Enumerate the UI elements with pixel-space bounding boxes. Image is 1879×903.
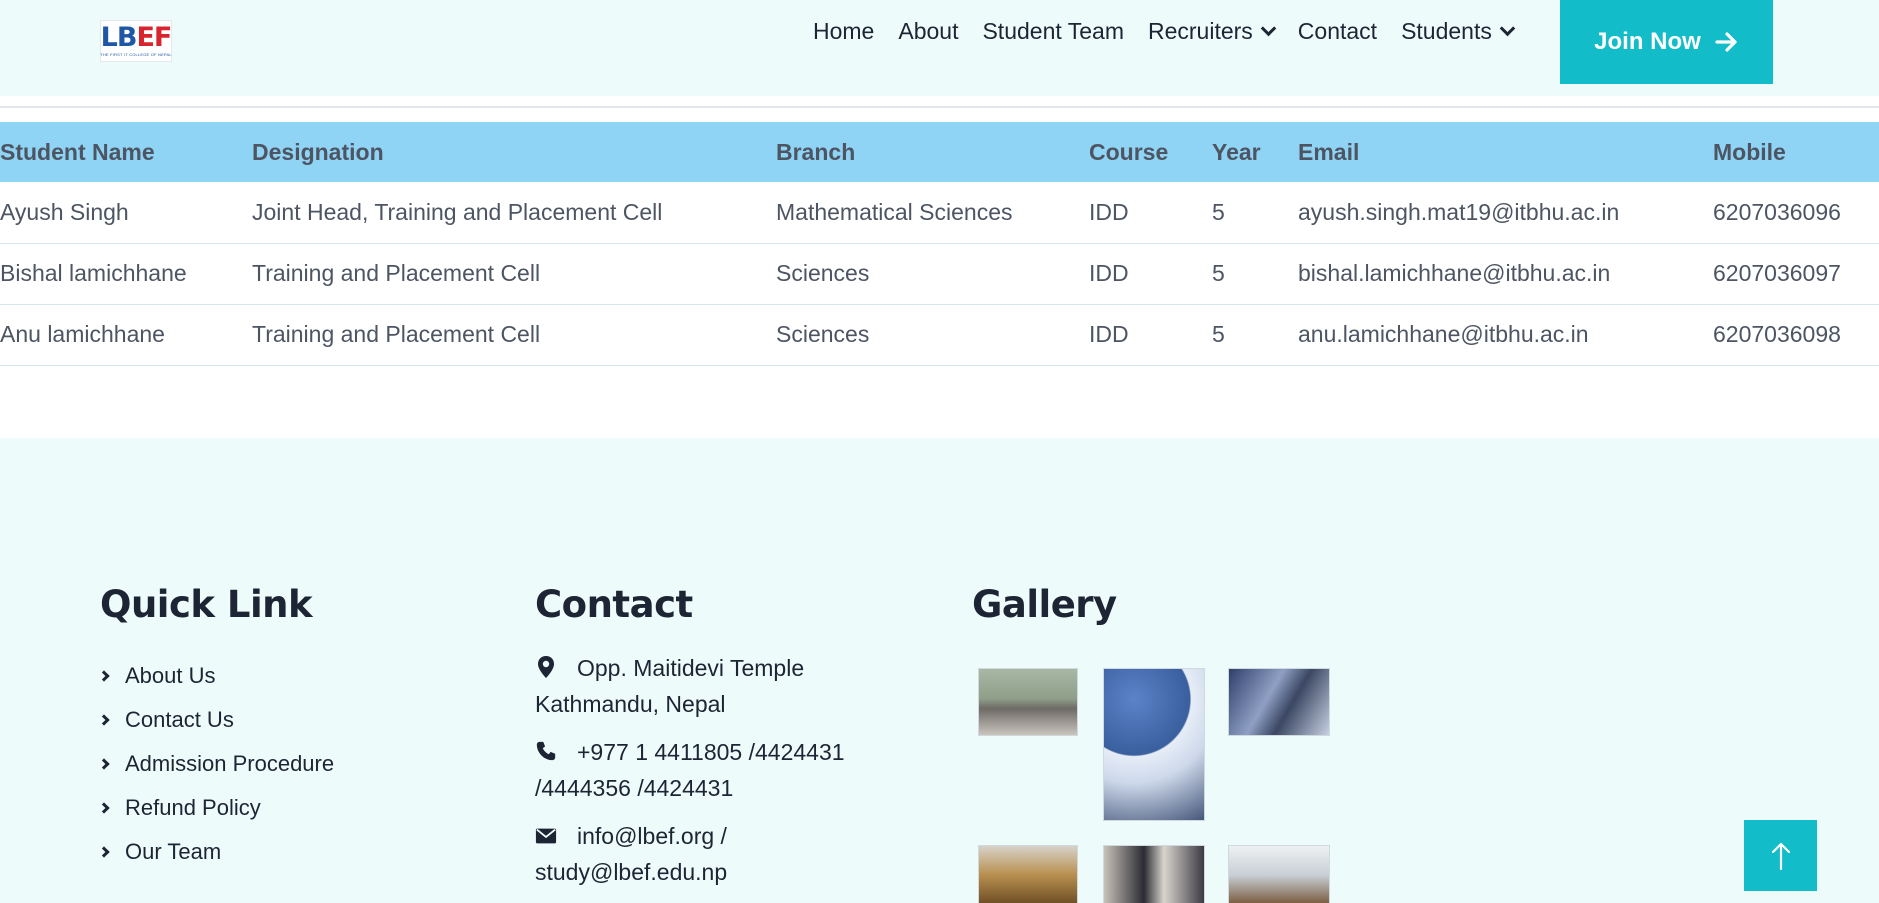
quick-link-our-team[interactable]: Our Team [98, 830, 334, 874]
quick-link-title: Quick Link [100, 583, 313, 626]
chevron-right-icon [98, 714, 110, 726]
cell-course: IDD [1089, 304, 1212, 366]
arrow-up-icon [1771, 842, 1790, 870]
site-header: LBEF THE FIRST IT COLLEGE OF NEPAL Home … [0, 0, 1879, 96]
divider [0, 106, 1879, 108]
column-header-year: Year [1212, 138, 1261, 165]
cell-student-name: Bishal lamichhane [0, 243, 252, 305]
cell-designation: Training and Placement Cell [252, 304, 776, 366]
cell-branch: Sciences [776, 243, 1089, 305]
gallery-image[interactable] [978, 845, 1078, 903]
cell-email: ayush.singh.mat19@itbhu.ac.in [1298, 182, 1713, 244]
cell-designation: Joint Head, Training and Placement Cell [252, 182, 776, 244]
quick-link-label: Admission Procedure [125, 751, 335, 776]
quick-link-list: About Us Contact Us Admission Procedure … [98, 654, 335, 874]
column-header-branch: Branch [776, 138, 856, 165]
nav-recruiters-label: Recruiters [1147, 18, 1253, 44]
table-row: Ayush Singh Joint Head, Training and Pla… [0, 182, 1879, 244]
cell-mobile: 6207036097 [1713, 243, 1879, 305]
nav-student-team[interactable]: Student Team [982, 18, 1124, 45]
cell-mobile: 6207036096 [1713, 182, 1879, 244]
contact-email: info@lbef.org / study@lbef.edu.np [535, 823, 728, 885]
column-header-mobile: Mobile [1713, 138, 1786, 165]
chevron-right-icon [98, 758, 110, 770]
cell-email: bishal.lamichhane@itbhu.ac.in [1298, 243, 1713, 305]
gallery-image[interactable] [1103, 845, 1205, 903]
nav-students-label: Students [1401, 18, 1492, 44]
envelope-icon [535, 828, 557, 844]
join-now-label: Join Now [1594, 28, 1701, 55]
cell-course: IDD [1089, 243, 1212, 305]
chevron-right-icon [98, 802, 110, 814]
map-pin-icon [538, 656, 554, 678]
quick-link-refund-policy[interactable]: Refund Policy [98, 786, 334, 830]
main-nav: Home About Student Team Recruiters Conta… [813, 18, 1537, 45]
contact-phone: +977 1 4411805 /4424431 /4444356 /442443… [535, 739, 845, 801]
join-now-button[interactable]: Join Now [1560, 0, 1773, 84]
cell-year: 5 [1212, 182, 1298, 244]
cell-year: 5 [1212, 243, 1298, 305]
chevron-right-icon [98, 670, 110, 682]
quick-link-label: Our Team [125, 839, 222, 864]
table-row: Anu lamichhane Training and Placement Ce… [0, 304, 1879, 366]
logo-tagline: THE FIRST IT COLLEGE OF NEPAL [100, 52, 172, 57]
chevron-down-icon [1499, 20, 1516, 37]
arrow-right-icon [1715, 32, 1737, 52]
gallery-image[interactable] [1103, 668, 1205, 821]
cell-branch: Sciences [776, 304, 1089, 366]
quick-link-contact-us[interactable]: Contact Us [98, 698, 334, 742]
gallery-image[interactable] [1228, 668, 1330, 736]
column-header-email: Email [1298, 138, 1360, 165]
cell-student-name: Ayush Singh [0, 182, 252, 244]
column-header-designation: Designation [252, 138, 384, 165]
cell-email: anu.lamichhane@itbhu.ac.in [1298, 304, 1713, 366]
quick-link-admission-procedure[interactable]: Admission Procedure [98, 742, 335, 786]
cell-course: IDD [1089, 182, 1212, 244]
quick-link-label: Refund Policy [125, 795, 261, 820]
site-logo[interactable]: LBEF THE FIRST IT COLLEGE OF NEPAL [100, 20, 172, 62]
nav-recruiters[interactable]: Recruiters [1147, 18, 1277, 45]
cell-branch: Mathematical Sciences [776, 182, 1089, 244]
column-header-course: Course [1089, 138, 1169, 165]
cell-student-name: Anu lamichhane [0, 304, 252, 366]
student-team-table: Student Name Designation Branch Course Y… [0, 122, 1879, 366]
phone-icon [536, 741, 556, 761]
cell-year: 5 [1212, 304, 1298, 366]
contact-address: Opp. Maitidevi Temple Kathmandu, Nepal [535, 655, 805, 717]
cell-designation: Training and Placement Cell [252, 243, 776, 305]
nav-contact[interactable]: Contact [1298, 18, 1377, 45]
nav-about[interactable]: About [898, 18, 958, 45]
cell-mobile: 6207036098 [1713, 304, 1879, 366]
nav-students[interactable]: Students [1401, 18, 1516, 45]
column-header-student-name: Student Name [0, 138, 155, 165]
table-row: Bishal lamichhane Training and Placement… [0, 243, 1879, 305]
quick-link-about-us[interactable]: About Us [98, 654, 334, 698]
contact-title: Contact [535, 583, 693, 626]
chevron-down-icon [1260, 20, 1277, 37]
gallery-title: Gallery [972, 583, 1117, 626]
nav-home[interactable]: Home [813, 18, 874, 45]
logo-mark: LBEF [100, 22, 173, 53]
quick-link-label: Contact Us [125, 707, 234, 732]
gallery-image[interactable] [978, 668, 1078, 736]
quick-link-label: About Us [125, 663, 216, 688]
gallery-image[interactable] [1228, 845, 1330, 903]
site-footer: Quick Link About Us Contact Us Admission… [0, 438, 1879, 903]
chevron-right-icon [98, 846, 110, 858]
scroll-to-top-button[interactable] [1744, 820, 1817, 891]
table-header-row: Student Name Designation Branch Course Y… [0, 122, 1879, 182]
